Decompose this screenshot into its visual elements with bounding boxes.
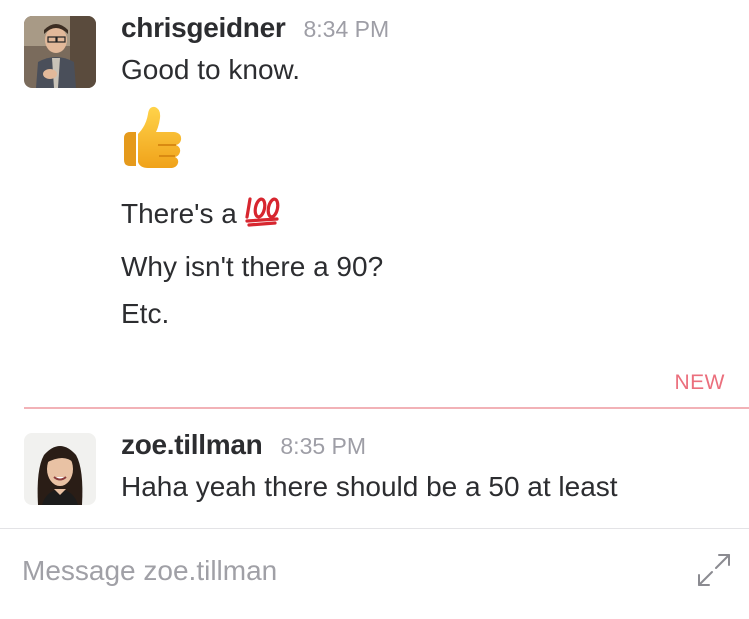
message-text: Good to know. [121,54,301,85]
composer-divider [0,528,749,529]
new-messages-label: NEW [674,371,725,394]
sender-name[interactable]: zoe.tillman [121,429,263,461]
hundred-points-emoji-icon [245,195,281,227]
message-text: Why isn't there a 90? [121,251,384,282]
sender-line: zoe.tillman 8:35 PM [121,429,366,461]
message-text: There's a [121,195,281,231]
expand-arrows-icon[interactable] [696,552,732,588]
avatar[interactable] [24,16,96,88]
new-messages-divider [24,407,749,409]
sender-name[interactable]: chrisgeidner [121,12,286,44]
timestamp[interactable]: 8:35 PM [280,433,366,460]
sender-line: chrisgeidner 8:34 PM [121,12,389,44]
timestamp[interactable]: 8:34 PM [303,16,389,43]
message-text: Haha yeah there should be a 50 at least [121,471,618,502]
user-photo-icon [24,433,96,505]
message-input[interactable] [22,551,672,591]
avatar[interactable] [24,433,96,505]
thumbs-up-emoji-icon [118,100,184,172]
message-text-segment: There's a [121,198,237,229]
user-photo-icon [24,16,96,88]
message-text: Etc. [121,298,170,329]
